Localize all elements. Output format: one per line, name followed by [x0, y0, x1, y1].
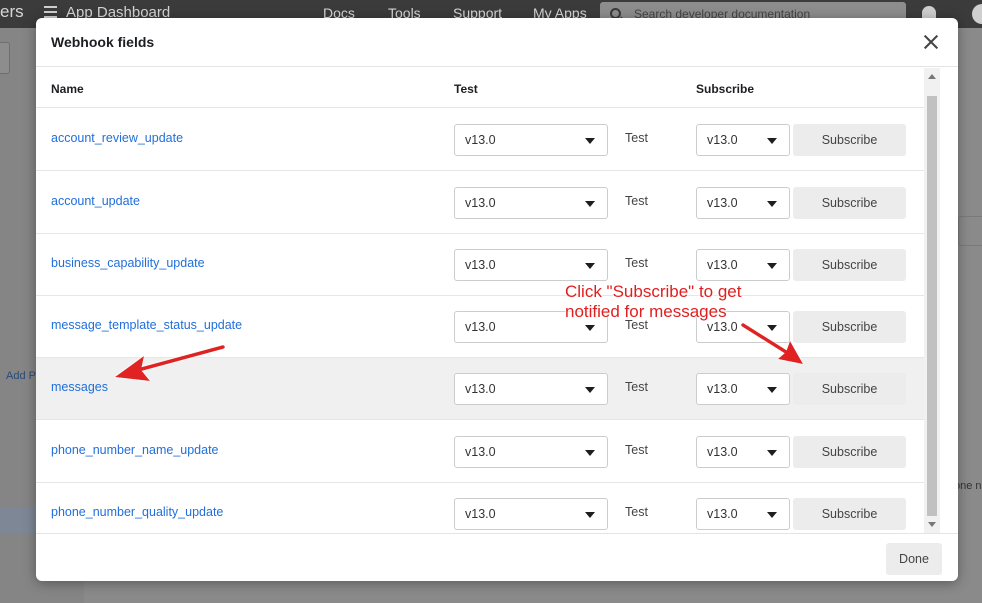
- field-name-link[interactable]: messages: [51, 380, 108, 394]
- column-header-test: Test: [454, 82, 478, 96]
- table-row-messages: messages v13.0 Test v13.0 Subscribe: [36, 358, 924, 420]
- subscribe-button[interactable]: Subscribe: [793, 436, 906, 468]
- annotation-line-1: Click "Subscribe" to get: [565, 282, 742, 301]
- background-button: [0, 42, 10, 74]
- field-name-link[interactable]: phone_number_name_update: [51, 443, 219, 457]
- table-row: phone_number_name_update v13.0 Test v13.…: [36, 421, 924, 483]
- annotation-line-2: notified for messages: [565, 302, 727, 321]
- caret-down-icon: [767, 450, 777, 456]
- test-button[interactable]: Test: [625, 380, 648, 394]
- test-button[interactable]: Test: [625, 194, 648, 208]
- menu-icon[interactable]: [44, 6, 57, 18]
- subscribe-button[interactable]: Subscribe: [793, 124, 906, 156]
- test-version-select[interactable]: v13.0: [454, 436, 608, 468]
- caret-down-icon: [585, 512, 595, 518]
- caret-down-icon: [585, 325, 595, 331]
- subscribe-version-select[interactable]: v13.0: [696, 436, 790, 468]
- field-name-link[interactable]: account_update: [51, 194, 140, 208]
- caret-down-icon: [767, 325, 777, 331]
- dialog-title: Webhook fields: [51, 34, 155, 50]
- test-button[interactable]: Test: [625, 443, 648, 457]
- table-header: Name Test Subscribe: [36, 68, 924, 108]
- test-version-select[interactable]: v13.0: [454, 124, 608, 156]
- test-version-select[interactable]: v13.0: [454, 187, 608, 219]
- subscribe-version-select[interactable]: v13.0: [696, 498, 790, 530]
- close-icon[interactable]: [923, 34, 939, 50]
- caret-down-icon: [585, 138, 595, 144]
- subscribe-button[interactable]: Subscribe: [793, 311, 906, 343]
- dialog-footer: Done: [36, 533, 958, 581]
- column-header-name: Name: [51, 82, 84, 96]
- subscribe-version-select[interactable]: v13.0: [696, 124, 790, 156]
- webhook-fields-dialog: Webhook fields Name Test Subscribe accou…: [36, 18, 958, 581]
- field-name-link[interactable]: account_review_update: [51, 131, 183, 145]
- caret-down-icon: [767, 387, 777, 393]
- background-text: one n: [954, 480, 982, 492]
- table-row: account_update v13.0 Test v13.0 Subscrib…: [36, 172, 924, 234]
- scroll-down-arrow-icon[interactable]: [928, 522, 936, 527]
- table-row: phone_number_quality_update v13.0 Test v…: [36, 483, 924, 533]
- caret-down-icon: [767, 201, 777, 207]
- caret-down-icon: [585, 387, 595, 393]
- caret-down-icon: [585, 450, 595, 456]
- caret-down-icon: [767, 138, 777, 144]
- background-selected-item: [0, 508, 36, 534]
- test-version-select[interactable]: v13.0: [454, 373, 608, 405]
- field-name-link[interactable]: message_template_status_update: [51, 318, 242, 332]
- column-header-subscribe: Subscribe: [696, 82, 755, 96]
- background-add-link: Add P: [6, 370, 36, 382]
- table-scrollbar[interactable]: [924, 68, 940, 533]
- background-content-edge: one n: [954, 28, 982, 603]
- brand-name: ers: [0, 2, 24, 21]
- avatar[interactable]: [972, 4, 982, 24]
- test-version-select[interactable]: v13.0: [454, 249, 608, 281]
- subscribe-button[interactable]: Subscribe: [793, 187, 906, 219]
- subscribe-version-select[interactable]: v13.0: [696, 249, 790, 281]
- test-button[interactable]: Test: [625, 131, 648, 145]
- caret-down-icon: [767, 512, 777, 518]
- subscribe-version-select[interactable]: v13.0: [696, 373, 790, 405]
- caret-down-icon: [585, 263, 595, 269]
- dialog-header: Webhook fields: [36, 18, 958, 67]
- annotation-callout: Click "Subscribe" to get notified for me…: [565, 282, 805, 322]
- done-button[interactable]: Done: [886, 543, 942, 575]
- field-name-link[interactable]: phone_number_quality_update: [51, 505, 223, 519]
- test-version-select[interactable]: v13.0: [454, 498, 608, 530]
- subscribe-button[interactable]: Subscribe: [793, 249, 906, 281]
- caret-down-icon: [585, 201, 595, 207]
- scrollbar-thumb[interactable]: [927, 96, 937, 516]
- table-row: account_review_update v13.0 Test v13.0 S…: [36, 109, 924, 171]
- test-button[interactable]: Test: [625, 256, 648, 270]
- subscribe-button[interactable]: Subscribe: [793, 498, 906, 530]
- field-name-link[interactable]: business_capability_update: [51, 256, 205, 270]
- background-input: [958, 216, 982, 246]
- caret-down-icon: [767, 263, 777, 269]
- test-button[interactable]: Test: [625, 505, 648, 519]
- scroll-up-arrow-icon[interactable]: [928, 74, 936, 79]
- subscribe-version-select[interactable]: v13.0: [696, 187, 790, 219]
- subscribe-button[interactable]: Subscribe: [793, 373, 906, 405]
